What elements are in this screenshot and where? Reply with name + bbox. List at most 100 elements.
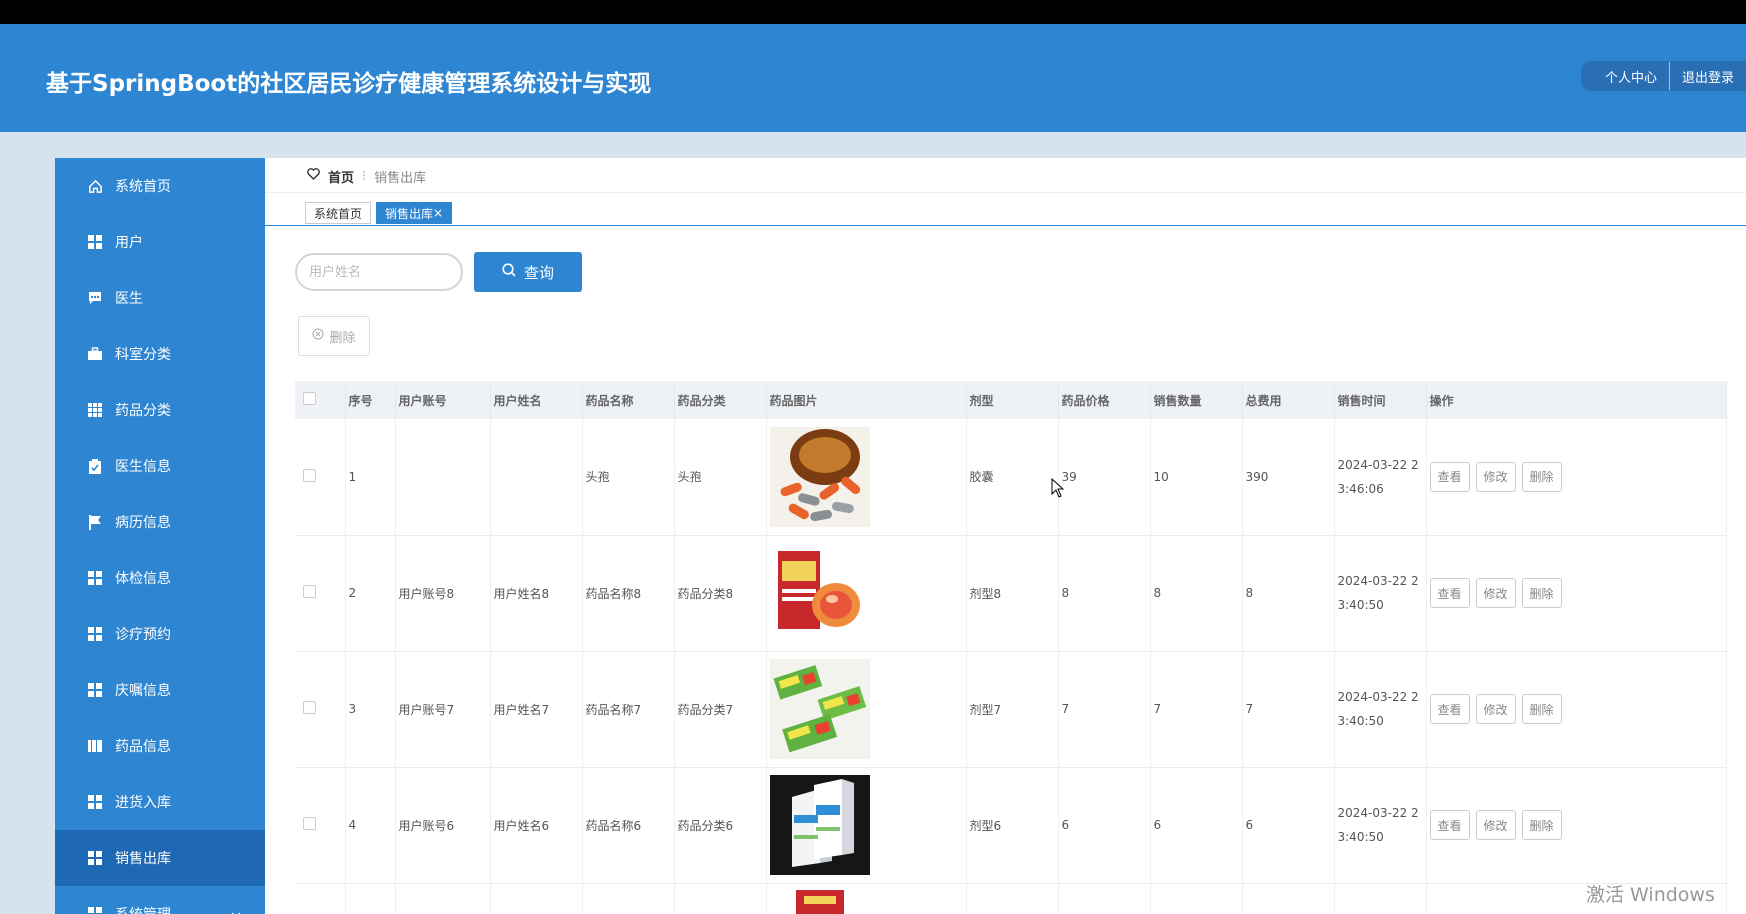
sidebar-item-stock-in[interactable]: 进货入库 xyxy=(55,774,265,830)
cell-category: 药品分类7 xyxy=(674,651,767,768)
sidebar-item-label: 药品信息 xyxy=(115,739,171,755)
sidebar-item-doctor-info[interactable]: 医生信息 xyxy=(55,438,265,494)
cell-qty: 7 xyxy=(1150,651,1243,768)
cell-actions: 查看 修改 删除 xyxy=(1426,535,1727,652)
cell-time: 2024-03-22 2 3:40:50 xyxy=(1334,535,1427,652)
cell-qty xyxy=(1150,883,1243,914)
edit-button[interactable]: 修改 xyxy=(1475,810,1516,840)
drug-image-green-packs[interactable] xyxy=(769,659,870,759)
tab-sales-out[interactable]: 销售出库 × xyxy=(376,202,453,224)
col-header: 药品分类 xyxy=(674,381,767,419)
delete-button[interactable]: 删除 xyxy=(1521,461,1562,492)
chat-icon xyxy=(87,290,103,306)
grid-icon xyxy=(87,626,103,642)
table-row: 3 用户账号7 用户姓名7 药品名称7 药品分类7 剂型7 7 7 7 2024… xyxy=(295,651,1727,768)
sidebar-item-label: 科室分类 xyxy=(115,347,171,363)
search-icon xyxy=(502,263,516,281)
delete-button[interactable]: 删除 xyxy=(1521,810,1562,840)
drug-image-capsules[interactable] xyxy=(769,426,870,527)
row-checkbox[interactable] xyxy=(303,817,316,830)
sidebar-item-orders[interactable]: 庆嘱信息 xyxy=(55,662,265,718)
view-button[interactable]: 查看 xyxy=(1429,810,1470,840)
cell-name xyxy=(490,419,583,536)
cell-price: 7 xyxy=(1058,651,1151,768)
table-row: 4 用户账号6 用户姓名6 药品名称6 药品分类6 剂型6 6 6 6 2024… xyxy=(295,767,1727,884)
home-icon xyxy=(87,178,103,194)
cell-index: 1 xyxy=(345,419,396,536)
row-select-cell xyxy=(295,419,346,536)
heart-icon xyxy=(307,168,320,184)
edit-button[interactable]: 修改 xyxy=(1475,461,1516,492)
table-row xyxy=(295,883,1727,914)
cell-actions: 查看 修改 删除 xyxy=(1426,767,1727,884)
cell-image xyxy=(766,419,967,536)
cell-name: 用户姓名8 xyxy=(490,535,583,652)
cell-total xyxy=(1242,883,1335,914)
cell-total: 7 xyxy=(1242,651,1335,768)
col-header: 药品价格 xyxy=(1058,381,1151,419)
cell-index: 3 xyxy=(345,651,396,768)
row-select-cell xyxy=(295,767,346,884)
drug-image-white-boxes[interactable] xyxy=(769,775,870,875)
cell-image xyxy=(766,651,967,768)
delete-button[interactable]: 删除 xyxy=(1521,694,1562,724)
sidebar-item-doctor[interactable]: 医生 xyxy=(55,270,265,326)
cell-total: 390 xyxy=(1242,419,1335,536)
row-checkbox[interactable] xyxy=(303,701,316,714)
batch-delete-button[interactable]: 删除 xyxy=(298,316,370,356)
app-header: 基于SpringBoot的社区居民诊疗健康管理系统设计与实现 个人中心 退出登录 xyxy=(0,24,1746,132)
sidebar-item-home[interactable]: 系统首页 xyxy=(55,158,265,214)
sidebar-item-drug-category[interactable]: 药品分类 xyxy=(55,382,265,438)
edit-button[interactable]: 修改 xyxy=(1475,578,1516,608)
logout-link[interactable]: 退出登录 xyxy=(1670,67,1746,86)
time-line-2: 3:40:50 xyxy=(1337,598,1384,612)
profile-link[interactable]: 个人中心 xyxy=(1593,67,1669,86)
time-line-1: 2024-03-22 2 xyxy=(1337,457,1419,472)
search-button[interactable]: 查询 xyxy=(474,252,582,292)
col-header: 药品图片 xyxy=(766,381,967,419)
view-button[interactable]: 查看 xyxy=(1429,461,1470,492)
edit-button[interactable]: 修改 xyxy=(1475,694,1516,724)
sidebar-item-appointment[interactable]: 诊疗预约 xyxy=(55,606,265,662)
cell-qty: 8 xyxy=(1150,535,1243,652)
cell-name xyxy=(490,883,583,914)
user-name-search-input[interactable] xyxy=(295,253,463,291)
cell-qty: 10 xyxy=(1150,419,1243,536)
cell-image xyxy=(766,883,967,914)
sidebar-item-department[interactable]: 科室分类 xyxy=(55,326,265,382)
cell-index: 2 xyxy=(345,535,396,652)
row-checkbox[interactable] xyxy=(303,585,316,598)
sidebar-item-drug-info[interactable]: 药品信息 xyxy=(55,718,265,774)
sidebar-item-label: 诊疗预约 xyxy=(115,627,171,643)
table-row: 2 用户账号8 用户姓名8 药品名称8 药品分类8 剂型8 8 8 8 2024… xyxy=(295,535,1727,652)
breadcrumb-home[interactable]: 首页 xyxy=(328,167,354,186)
table-header-row: 序号 用户账号 用户姓名 药品名称 药品分类 药品图片 剂型 药品价格 销售数量… xyxy=(295,381,1727,419)
cell-index xyxy=(345,883,396,914)
sidebar-item-system[interactable]: 系统管理 xyxy=(55,886,265,914)
view-button[interactable]: 查看 xyxy=(1429,694,1470,724)
tab-home[interactable]: 系统首页 xyxy=(305,202,372,224)
header-actions: 个人中心 退出登录 xyxy=(1580,61,1746,91)
sidebar-item-sales-out[interactable]: 销售出库 xyxy=(55,830,265,886)
cell-price: 6 xyxy=(1058,767,1151,884)
delete-button[interactable]: 删除 xyxy=(1521,578,1562,608)
row-checkbox[interactable] xyxy=(303,468,316,482)
select-all-checkbox[interactable] xyxy=(303,392,316,405)
cell-price xyxy=(1058,883,1151,914)
col-header: 总费用 xyxy=(1242,381,1335,419)
drug-image-partial[interactable] xyxy=(770,884,870,914)
cell-drug: 药品名称7 xyxy=(582,651,675,768)
col-header: 销售时间 xyxy=(1334,381,1427,419)
chevron-down-icon xyxy=(231,908,241,914)
close-icon[interactable]: × xyxy=(433,206,443,220)
cell-category xyxy=(674,883,767,914)
cell-drug xyxy=(582,883,675,914)
grid-icon xyxy=(87,682,103,698)
sidebar-item-checkup[interactable]: 体检信息 xyxy=(55,550,265,606)
col-header: 用户姓名 xyxy=(490,381,583,419)
view-button[interactable]: 查看 xyxy=(1429,578,1470,608)
sidebar-item-user[interactable]: 用户 xyxy=(55,214,265,270)
sidebar-item-medical-record[interactable]: 病历信息 xyxy=(55,494,265,550)
drug-image-red-box[interactable] xyxy=(769,543,870,643)
col-header: 剂型 xyxy=(966,381,1059,419)
